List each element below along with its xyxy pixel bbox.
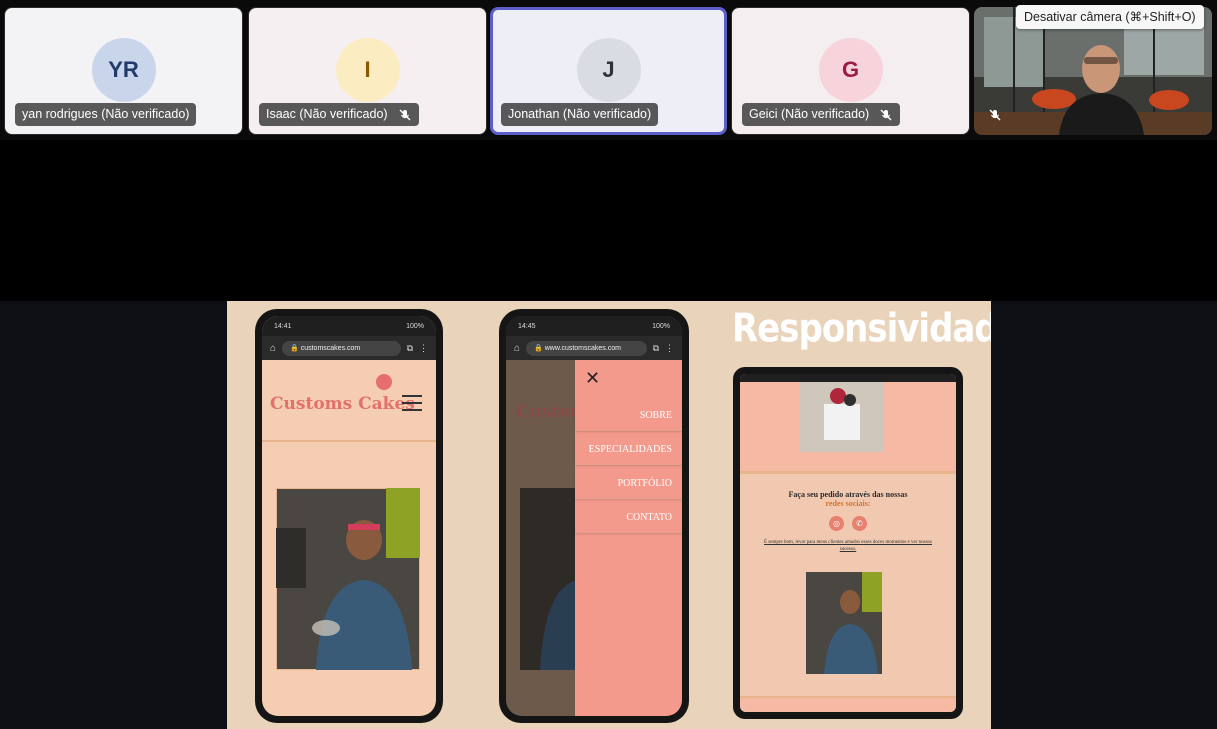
participant-tile-yan[interactable]: YR yan rodrigues (Não verificado) xyxy=(4,7,243,135)
tablet-baker-photo xyxy=(806,572,882,674)
participant-name-tag: Jonathan (Não verificado) xyxy=(501,103,659,126)
whatsapp-icon[interactable]: ✆ xyxy=(852,516,867,531)
camera-tooltip: Desativar câmera (⌘+Shift+O) xyxy=(1016,5,1204,29)
more-icon: ⋮ xyxy=(419,342,428,353)
contact-note: É sempre bom, levar para meus clientes a… xyxy=(763,540,932,552)
instagram-icon[interactable]: ◎ xyxy=(829,516,844,531)
social-link-text: redes sociais: xyxy=(825,499,871,508)
status-battery: 100% xyxy=(652,322,670,330)
status-battery: 100% xyxy=(406,322,424,330)
logo-heart-icon xyxy=(376,374,392,390)
participant-name-tag: Geici (Não verificado) xyxy=(742,103,901,126)
tabs-icon: ⧉ xyxy=(406,342,413,353)
participant-name-tag: yan rodrigues (Não verificado) xyxy=(15,103,197,126)
home-icon: ⌂ xyxy=(514,342,521,354)
tablet-contact-section: Faça seu pedido através das nossas redes… xyxy=(740,474,956,553)
status-time: 14:45 xyxy=(518,322,536,330)
more-icon: ⋮ xyxy=(665,342,674,353)
mic-off-icon xyxy=(399,109,411,120)
participant-tile-jonathan[interactable]: J Jonathan (Não verificado) xyxy=(490,7,727,135)
phone-screen: 14:45 100% ⌂ 🔒 www.customscakes.com ⧉ ⋮ … xyxy=(506,316,682,716)
browser-url-bar: ⌂ 🔒 customscakes.com ⧉ ⋮ xyxy=(262,336,436,360)
menu-item-portfolio[interactable]: PORTFÓLIO xyxy=(575,469,682,499)
tablet-screen: Faça seu pedido através das nossas redes… xyxy=(740,374,956,712)
participant-name: Geici (Não verificado) xyxy=(749,107,870,121)
mic-off-icon xyxy=(880,109,892,120)
participant-strip: YR yan rodrigues (Não verificado) I Isaa… xyxy=(0,0,1217,140)
avatar: G xyxy=(818,38,883,102)
tablet-status-bar xyxy=(740,374,956,382)
avatar-initials: YR xyxy=(108,57,139,82)
url-field: 🔒 www.customscakes.com xyxy=(526,340,647,356)
baker-photo-dimmed xyxy=(520,488,580,670)
screen-share-letterbox xyxy=(0,140,1217,301)
status-bar: 14:45 100% xyxy=(506,316,682,336)
participant-name: Isaac (Não verificado) xyxy=(266,107,388,121)
presentation-slide: 14:41 100% ⌂ 🔒 customscakes.com ⧉ ⋮ Cust… xyxy=(227,301,991,729)
social-icons: ◎ ✆ xyxy=(750,516,946,531)
phone-mockup-1: 14:41 100% ⌂ 🔒 customscakes.com ⧉ ⋮ Cust… xyxy=(255,309,443,723)
menu-item-sobre[interactable]: SOBRE xyxy=(575,401,682,431)
hamburger-icon xyxy=(402,392,422,416)
tabs-icon: ⧉ xyxy=(652,342,659,353)
participant-name: Jonathan (Não verificado) xyxy=(508,107,652,121)
close-icon[interactable]: ✕ xyxy=(575,360,682,397)
contact-heading: Faça seu pedido através das nossas xyxy=(788,490,908,499)
url-text: customscakes.com xyxy=(300,344,361,352)
avatar-initials: G xyxy=(841,57,860,82)
tablet-mockup: Faça seu pedido através das nossas redes… xyxy=(733,367,963,719)
participant-name: yan rodrigues (Não verificado) xyxy=(22,107,190,121)
status-bar: 14:41 100% xyxy=(262,316,436,336)
phone-screen: 14:41 100% ⌂ 🔒 customscakes.com ⧉ ⋮ Cust… xyxy=(262,316,436,716)
site-header: Customs Cakes xyxy=(262,360,436,442)
url-field: 🔒 customscakes.com xyxy=(282,340,401,356)
tablet-cake-section xyxy=(740,382,956,474)
tablet-footer xyxy=(740,696,956,712)
avatar: YR xyxy=(91,38,156,102)
phone-mockup-2: 14:45 100% ⌂ 🔒 www.customscakes.com ⧉ ⋮ … xyxy=(499,309,689,723)
home-icon: ⌂ xyxy=(270,342,277,354)
slide-title: Responsividade xyxy=(732,306,991,352)
menu-item-contato[interactable]: CONTATO xyxy=(575,503,682,533)
avatar-initials: I xyxy=(364,57,371,82)
url-text: www.customscakes.com xyxy=(544,344,621,352)
participant-tile-geici[interactable]: G Geici (Não verificado) xyxy=(731,7,970,135)
participant-name-tag: Isaac (Não verificado) xyxy=(259,103,419,126)
avatar: J xyxy=(576,38,641,102)
status-time: 14:41 xyxy=(274,322,292,330)
mobile-nav-drawer: ✕ SOBRE ESPECIALIDADES PORTFÓLIO CONTATO xyxy=(575,360,682,716)
avatar: I xyxy=(335,38,400,102)
menu-item-especialidades[interactable]: ESPECIALIDADES xyxy=(575,435,682,465)
site-brand: Customs Cakes xyxy=(270,394,415,414)
meeting-window: YR yan rodrigues (Não verificado) I Isaa… xyxy=(0,0,1217,729)
mic-off-icon xyxy=(989,109,1001,121)
participant-tile-isaac[interactable]: I Isaac (Não verificado) xyxy=(248,7,487,135)
baker-photo xyxy=(276,488,420,670)
avatar-initials: J xyxy=(602,57,615,82)
browser-url-bar: ⌂ 🔒 www.customscakes.com ⧉ ⋮ xyxy=(506,336,682,360)
cake-photo xyxy=(800,382,884,452)
